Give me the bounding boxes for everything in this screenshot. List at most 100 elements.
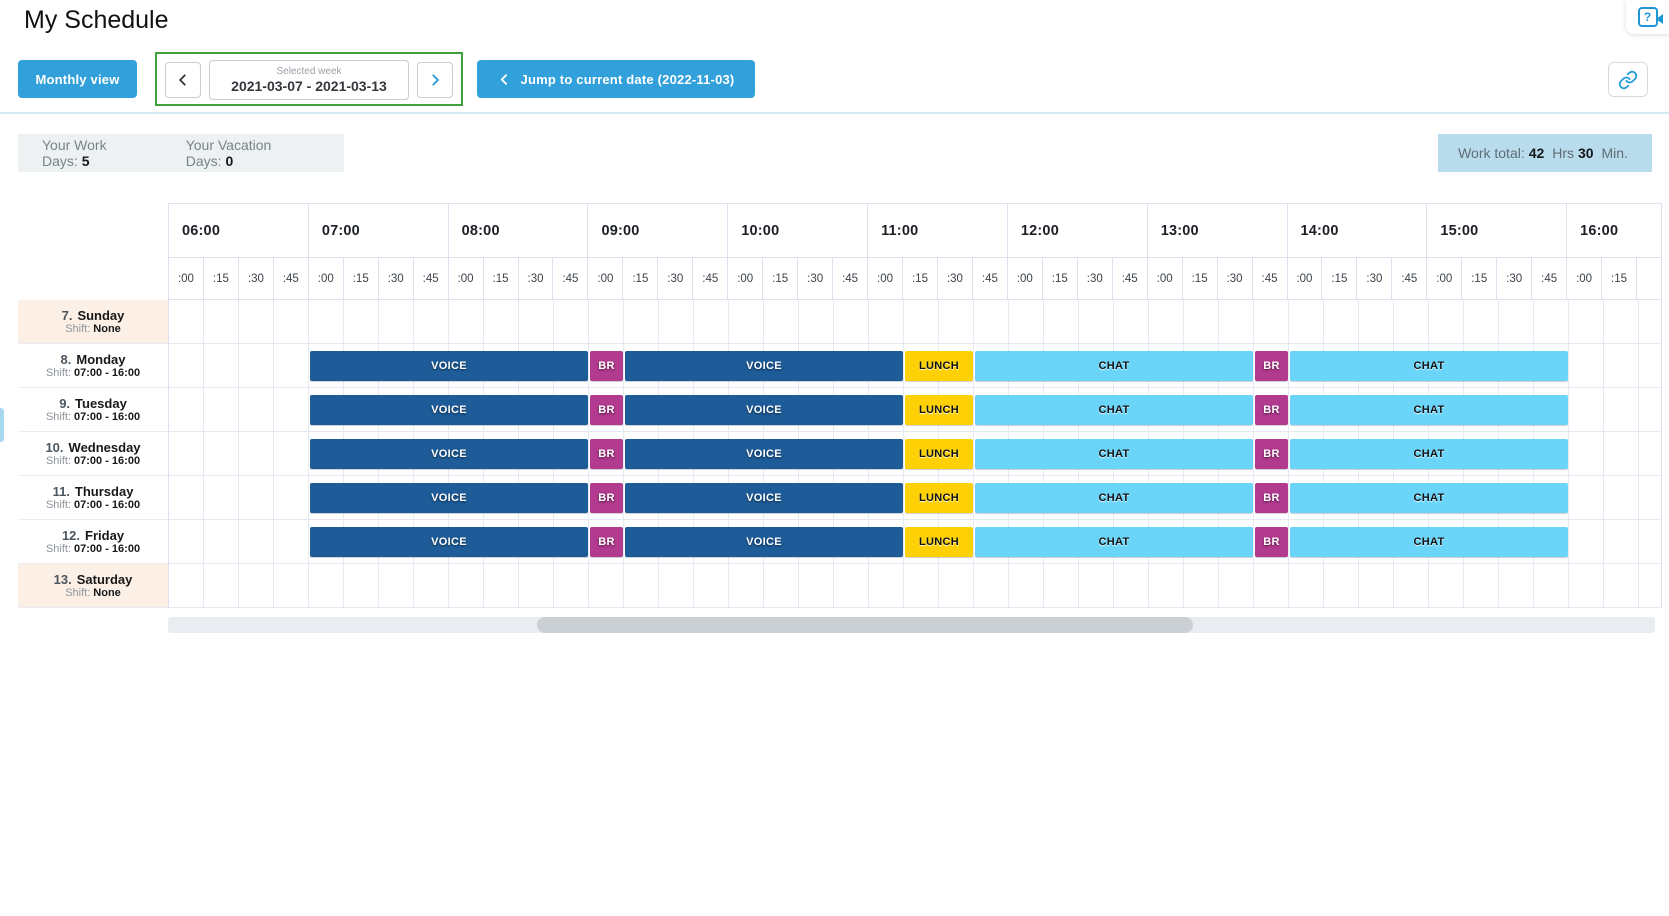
shift-value: None	[93, 587, 121, 599]
shift-bar-break: BR	[590, 439, 623, 469]
shift-bar-break: BR	[1255, 527, 1288, 557]
left-scroll-indicator	[0, 408, 4, 442]
jump-to-current-date-button[interactable]: Jump to current date (2022-11-03)	[477, 60, 755, 98]
stats-bar: Your Work Days:5 Your Vacation Days:0	[18, 134, 344, 172]
day-shift: Shift:07:00 - 16:00	[46, 455, 140, 468]
quarter-header-cell: :15	[1183, 258, 1218, 299]
day-name: Saturday	[77, 572, 133, 587]
shift-bar-voice: VOICE	[625, 527, 903, 557]
next-week-button[interactable]	[417, 62, 453, 98]
quarter-header-cell: :15	[1043, 258, 1078, 299]
day-title: 7.Sunday	[62, 308, 125, 323]
shift-bar-chat: CHAT	[1290, 395, 1568, 425]
day-label-tuesday: 9.TuesdayShift:07:00 - 16:00	[18, 388, 168, 432]
previous-week-button[interactable]	[165, 62, 201, 98]
shift-bar-break: BR	[1255, 351, 1288, 381]
day-timeline-tuesday: VOICEBRVOICELUNCHCHATBRCHAT	[168, 388, 1662, 432]
shift-bar-voice: VOICE	[625, 395, 903, 425]
day-row-wednesday: 10.WednesdayShift:07:00 - 16:00VOICEBRVO…	[18, 432, 1662, 476]
copy-link-button[interactable]	[1608, 62, 1648, 97]
day-shift: Shift:None	[65, 323, 121, 336]
page-title: My Schedule	[24, 6, 169, 35]
shift-bar-voice: VOICE	[310, 395, 588, 425]
day-title: 10.Wednesday	[45, 440, 140, 455]
day-number: 7.	[62, 308, 73, 323]
shift-bar-voice: VOICE	[310, 439, 588, 469]
quarter-header-cell: :30	[1497, 258, 1532, 299]
shift-value: 07:00 - 16:00	[74, 455, 140, 467]
horizontal-scrollbar-thumb[interactable]	[537, 617, 1193, 633]
chevron-left-icon	[498, 73, 511, 86]
chevron-left-icon	[176, 73, 190, 87]
quarter-header-cell: :30	[938, 258, 973, 299]
day-number: 12.	[62, 528, 80, 543]
quarter-header-cell: :00	[449, 258, 484, 299]
hours-header-row: 06:0007:0008:0009:0010:0011:0012:0013:00…	[168, 203, 1662, 258]
help-button[interactable]: ?	[1626, 0, 1669, 34]
work-days-value: 5	[82, 153, 90, 169]
shift-bar-chat: CHAT	[975, 351, 1253, 381]
day-name: Tuesday	[75, 396, 127, 411]
day-title: 11.Thursday	[53, 484, 134, 499]
quarter-header-cell: :45	[693, 258, 728, 299]
shift-bar-voice: VOICE	[625, 483, 903, 513]
schedule-grid: 06:0007:0008:0009:0010:0011:0012:0013:00…	[18, 203, 1662, 608]
hour-header-cell: 12:00	[1008, 204, 1148, 257]
horizontal-scrollbar-track[interactable]	[168, 617, 1655, 633]
shift-bar-chat: CHAT	[1290, 527, 1568, 557]
quarter-header-cell: :45	[414, 258, 449, 299]
work-days-stat: Your Work Days:5	[42, 137, 156, 169]
shift-bar-break: BR	[590, 527, 623, 557]
shift-label: Shift:	[65, 587, 90, 599]
day-row-friday: 12.FridayShift:07:00 - 16:00VOICEBRVOICE…	[18, 520, 1662, 564]
day-number: 9.	[59, 396, 70, 411]
chevron-right-icon	[428, 73, 442, 87]
shift-bar-chat: CHAT	[1290, 351, 1568, 381]
week-navigation-highlight: Selected week 2021-03-07 - 2021-03-13	[155, 52, 463, 106]
quarter-header-cell: :45	[973, 258, 1008, 299]
day-label-friday: 12.FridayShift:07:00 - 16:00	[18, 520, 168, 564]
quarter-header-cell: :00	[1008, 258, 1043, 299]
shift-value: 07:00 - 16:00	[74, 543, 140, 555]
day-name: Monday	[76, 352, 125, 367]
quarter-header-cell: :45	[833, 258, 868, 299]
shift-value: None	[93, 323, 121, 335]
help-icon-tail	[1651, 14, 1663, 24]
quarter-header-cell: :45	[274, 258, 309, 299]
shift-bar-voice: VOICE	[310, 351, 588, 381]
day-shift: Shift:07:00 - 16:00	[46, 367, 140, 380]
quarter-header-cell: :00	[169, 258, 204, 299]
shift-bar-chat: CHAT	[975, 439, 1253, 469]
shift-bar-chat: CHAT	[975, 395, 1253, 425]
day-name: Thursday	[75, 484, 134, 499]
shift-value: 07:00 - 16:00	[74, 411, 140, 423]
shift-bar-chat: CHAT	[1290, 439, 1568, 469]
selected-week-box[interactable]: Selected week 2021-03-07 - 2021-03-13	[209, 60, 409, 100]
shift-bar-voice: VOICE	[310, 483, 588, 513]
day-timeline-friday: VOICEBRVOICELUNCHCHATBRCHAT	[168, 520, 1662, 564]
quarter-header-cell: :45	[553, 258, 588, 299]
day-timeline-wednesday: VOICEBRVOICELUNCHCHATBRCHAT	[168, 432, 1662, 476]
day-title: 13.Saturday	[54, 572, 133, 587]
shift-bar-voice: VOICE	[625, 351, 903, 381]
quarter-header-cell: :45	[1532, 258, 1567, 299]
work-total-badge: Work total: 42 Hrs 30 Min.	[1438, 134, 1652, 172]
selected-week-caption: Selected week	[276, 66, 341, 78]
quarter-header-cell: :30	[1357, 258, 1392, 299]
quarter-header-cell: :00	[309, 258, 344, 299]
selected-week-value: 2021-03-07 - 2021-03-13	[231, 78, 387, 94]
day-label-wednesday: 10.WednesdayShift:07:00 - 16:00	[18, 432, 168, 476]
shift-value: 07:00 - 16:00	[74, 499, 140, 511]
quarter-header-cell: :45	[1253, 258, 1288, 299]
day-title: 12.Friday	[62, 528, 124, 543]
monthly-view-button[interactable]: Monthly view	[18, 60, 137, 98]
shift-label: Shift:	[46, 543, 71, 555]
hour-header-cell: 08:00	[449, 204, 589, 257]
quarter-header-cell: :30	[519, 258, 554, 299]
link-icon	[1618, 70, 1638, 90]
quarter-header-cell: :15	[204, 258, 239, 299]
quarter-header-cell: :30	[239, 258, 274, 299]
shift-bar-lunch: LUNCH	[905, 351, 973, 381]
header-divider	[0, 112, 1669, 114]
shift-bar-break: BR	[1255, 483, 1288, 513]
